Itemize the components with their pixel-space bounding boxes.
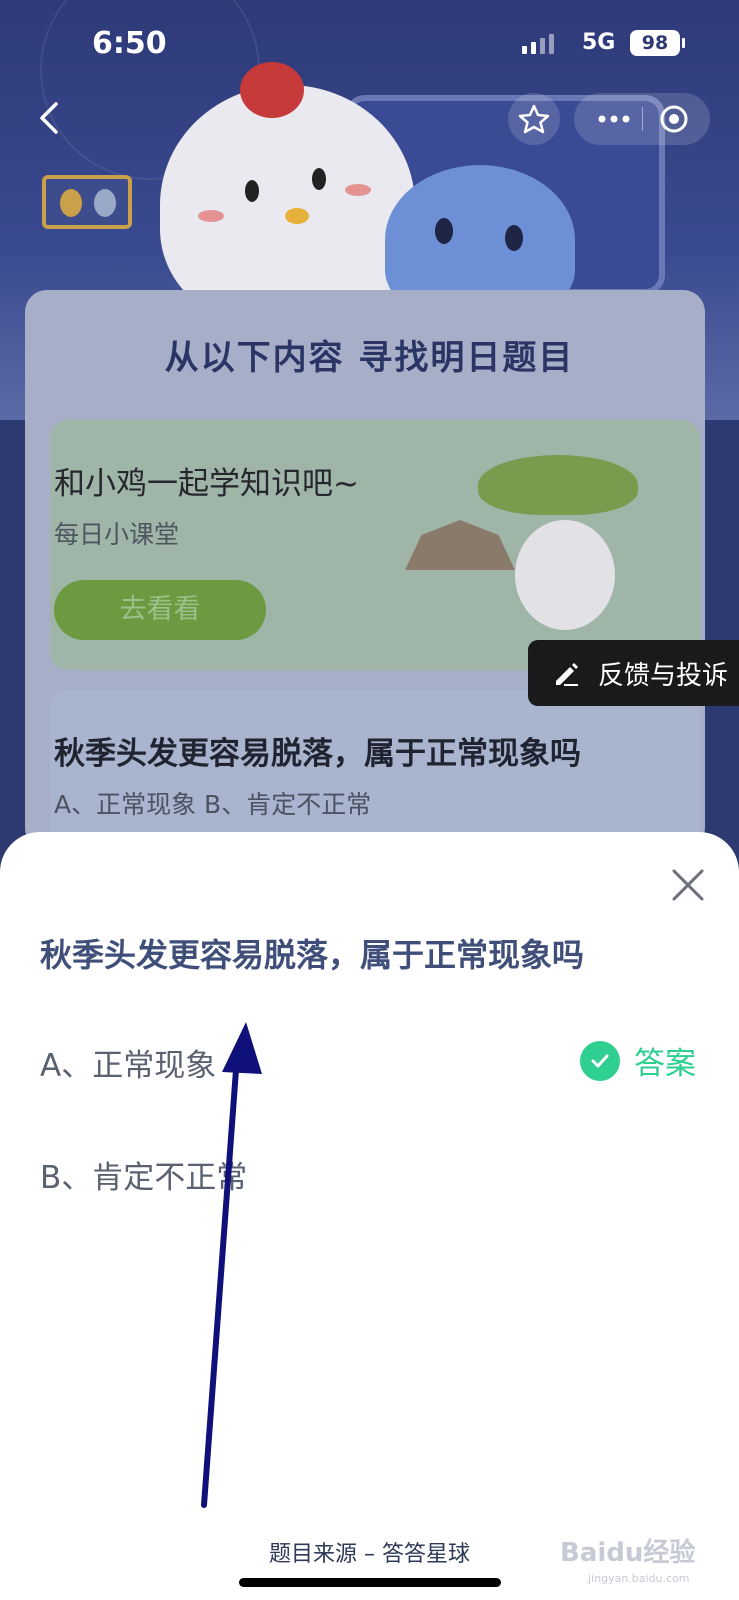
feedback-button[interactable]: 反馈与投诉 [528, 640, 739, 706]
section-heading: 从以下内容 寻找明日题目 [164, 338, 575, 378]
mini-program-capsule [574, 93, 710, 145]
feedback-label: 反馈与投诉 [598, 660, 729, 691]
leaf-umbrella-illustration [478, 455, 638, 515]
baidu-watermark: Baidu经验 [560, 1538, 696, 1568]
baidu-watermark-url: jingyan.baidu.com [588, 1572, 690, 1585]
close-button[interactable] [668, 865, 708, 905]
chicken-beak [285, 208, 309, 224]
close-icon [672, 869, 704, 901]
star-icon [518, 104, 550, 134]
battery-tip [682, 38, 685, 48]
status-bar: 6:50 5G 98 [0, 0, 739, 80]
learn-card-subtitle: 每日小课堂 [54, 520, 180, 549]
signal-icon [522, 34, 554, 54]
more-icon[interactable] [596, 109, 632, 129]
edit-icon [556, 663, 578, 686]
chicken-eye [245, 180, 259, 202]
home-indicator [239, 1578, 501, 1587]
option-b[interactable]: B、肯定不正常 [40, 1152, 247, 1197]
close-miniprogram-icon[interactable] [659, 104, 689, 134]
go-see-button[interactable]: 去看看 [54, 580, 266, 640]
chicken-eye [312, 168, 326, 190]
answer-indicator: 答案 [580, 1038, 696, 1083]
check-icon [580, 1040, 620, 1081]
capsule-divider [642, 107, 643, 131]
answer-label: 答案 [634, 1046, 696, 1082]
learn-card-title: 和小鸡一起学知识吧~ [54, 466, 359, 502]
network-type: 5G [582, 30, 616, 55]
chicken-cheek [198, 210, 224, 222]
alien-eye [435, 218, 453, 244]
chicken-mascot [160, 85, 415, 325]
option-a[interactable]: A、正常现象 [40, 1040, 216, 1085]
battery-icon: 98 [630, 30, 680, 56]
medal-frame [42, 175, 132, 229]
alien-eye [505, 225, 523, 251]
clock: 6:50 [92, 26, 167, 61]
question-card-title: 秋季头发更容易脱落，属于正常现象吗 [54, 736, 581, 772]
sheet-question-title: 秋季头发更容易脱落，属于正常现象吗 [40, 936, 585, 974]
medal-icon [94, 189, 116, 217]
back-button[interactable] [30, 98, 70, 138]
chicken-cheek [345, 184, 371, 196]
favorite-button[interactable] [508, 93, 560, 145]
chevron-left-icon [40, 102, 58, 134]
small-chicken-illustration [515, 520, 615, 630]
question-card-options: A、正常现象 B、肯定不正常 [54, 790, 372, 819]
medal-icon [60, 189, 82, 217]
